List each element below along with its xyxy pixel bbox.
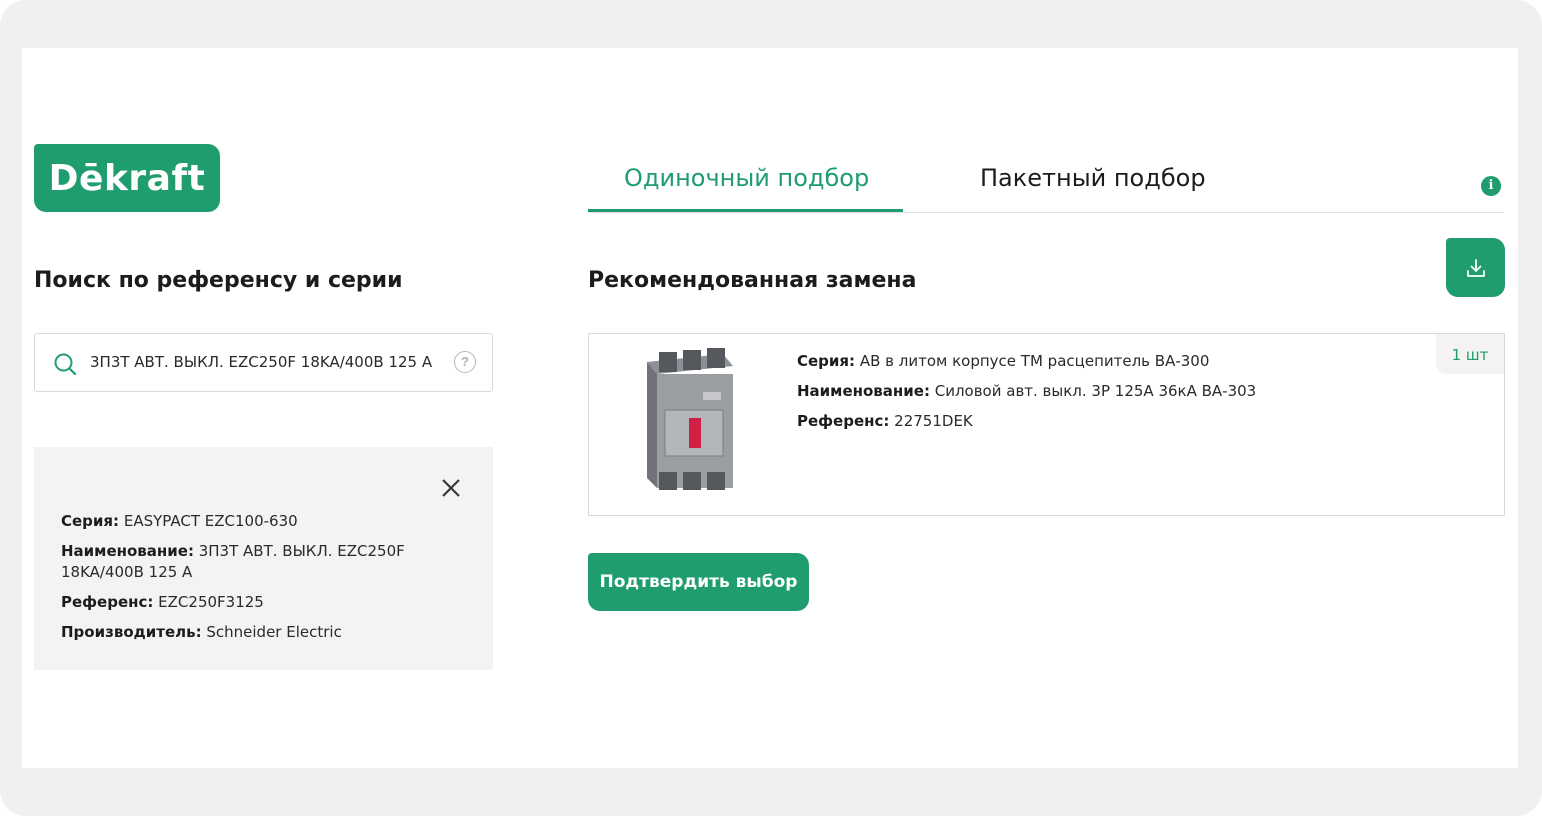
recommended-product-card[interactable]: 1 шт Серия: АВ в литом корпусе ТМ расцеп — [588, 333, 1505, 516]
source-ref-row: Референс: EZC250F3125 — [61, 592, 431, 613]
source-ref-value: EZC250F3125 — [158, 593, 264, 611]
source-name-row: Наименование: 3П3Т АВТ. ВЫКЛ. EZC250F 18… — [61, 541, 431, 583]
page-canvas: Dēkraft Поиск по референсу и серии 3П3Т … — [22, 48, 1518, 768]
active-tab-indicator — [588, 209, 903, 212]
product-series-value: АВ в литом корпусе ТМ расцепитель ВА-300 — [859, 352, 1210, 370]
source-product-card: Серия: EASYPACT EZC100-630 Наименование:… — [34, 447, 493, 670]
product-name-value: Силовой авт. выкл. 3Р 125А 36кА ВА-303 — [934, 382, 1257, 400]
close-icon[interactable] — [440, 477, 462, 499]
product-ref-value: 22751DEK — [894, 412, 973, 430]
source-ref-label: Референс: — [61, 593, 154, 611]
source-series-label: Серия: — [61, 512, 120, 530]
source-maker-row: Производитель: Schneider Electric — [61, 622, 431, 643]
source-series-row: Серия: EASYPACT EZC100-630 — [61, 511, 431, 532]
product-name-row: Наименование: Силовой авт. выкл. 3Р 125А… — [797, 381, 1256, 402]
search-input-value[interactable]: 3П3Т АВТ. ВЫКЛ. EZC250F 18KA/400В 125 А — [90, 353, 432, 371]
source-maker-value: Schneider Electric — [206, 623, 342, 641]
product-ref-row: Референс: 22751DEK — [797, 411, 1256, 432]
recommendation-title: Рекомендованная замена — [588, 268, 917, 293]
download-icon — [1466, 258, 1485, 277]
search-field[interactable]: 3П3Т АВТ. ВЫКЛ. EZC250F 18KA/400В 125 А … — [34, 333, 493, 392]
product-info: Серия: АВ в литом корпусе ТМ расцепитель… — [797, 351, 1256, 441]
product-series-row: Серия: АВ в литом корпусе ТМ расцепитель… — [797, 351, 1256, 372]
help-icon[interactable]: ? — [454, 351, 476, 373]
confirm-selection-button[interactable]: Подтвердить выбор — [588, 553, 809, 611]
source-series-value: EASYPACT EZC100-630 — [123, 512, 298, 530]
search-section-title: Поиск по референсу и серии — [34, 268, 403, 293]
product-name-label: Наименование: — [797, 382, 930, 400]
product-ref-label: Референс: — [797, 412, 890, 430]
quantity-badge: 1 шт — [1436, 334, 1504, 374]
brand-logo[interactable]: Dēkraft — [34, 144, 220, 212]
search-icon — [54, 353, 77, 376]
logo-text: Dēkraft — [48, 157, 206, 199]
product-series-label: Серия: — [797, 352, 856, 370]
tab-bar: Одиночный подбор Пакетный подбор — [588, 158, 1504, 213]
info-icon[interactable]: i — [1481, 176, 1501, 196]
source-info: Серия: EASYPACT EZC100-630 Наименование:… — [61, 511, 431, 652]
source-maker-label: Производитель: — [61, 623, 202, 641]
source-name-label: Наименование: — [61, 542, 194, 560]
tab-batch-selection[interactable]: Пакетный подбор — [980, 164, 1206, 192]
circuit-breaker-image — [647, 348, 733, 490]
tab-single-selection[interactable]: Одиночный подбор — [624, 164, 869, 192]
app-frame: Dēkraft Поиск по референсу и серии 3П3Т … — [0, 0, 1542, 816]
download-button[interactable] — [1446, 238, 1505, 297]
